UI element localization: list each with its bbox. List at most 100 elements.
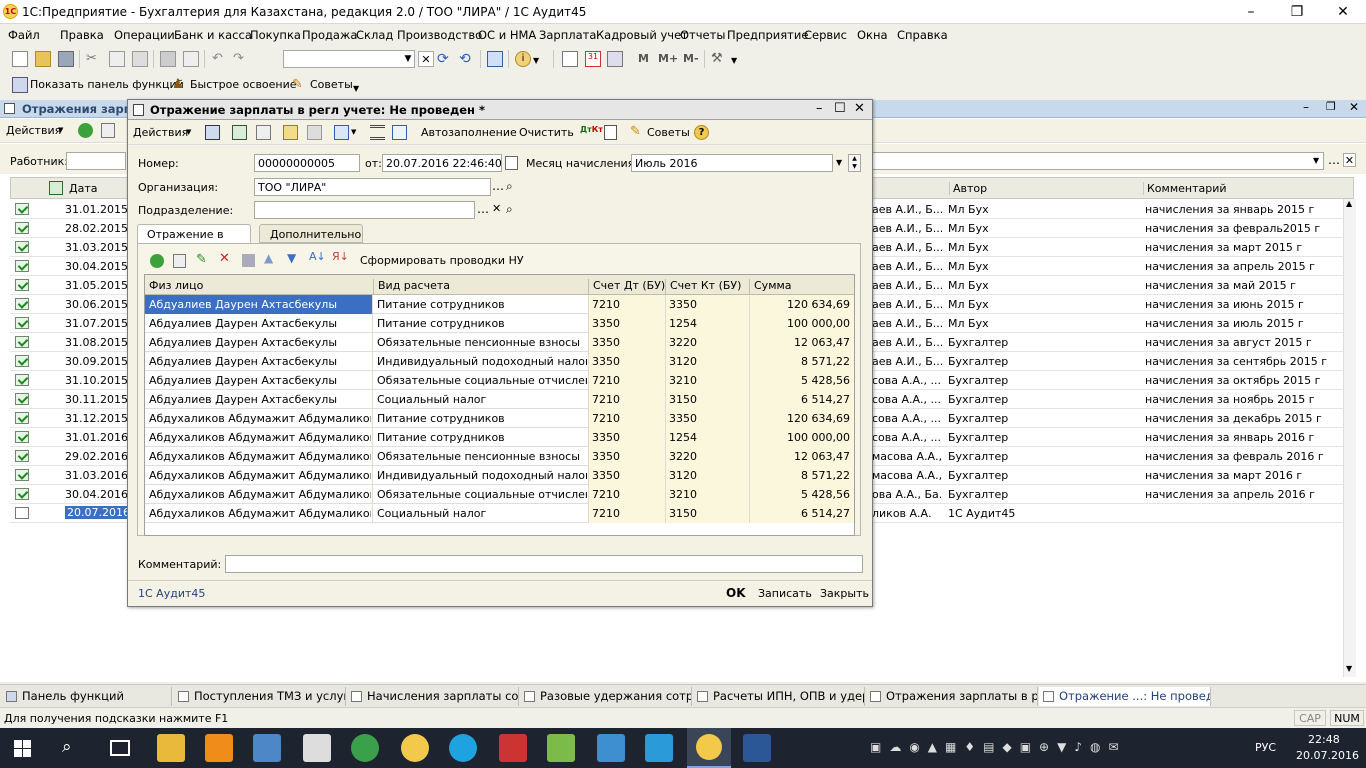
go-dropdown-icon[interactable]: ▼ <box>351 128 356 136</box>
employee-filter-dropdown-icon[interactable]: ▼ <box>1313 156 1319 165</box>
window-tab-ipn[interactable]: Расчеты ИПН, ОПВ и удер... <box>693 687 865 706</box>
outlook-icon[interactable] <box>205 734 233 762</box>
start-icon[interactable] <box>14 740 31 757</box>
paste-icon[interactable] <box>132 51 148 67</box>
table-row[interactable]: Абдухаликов Абдумажит Абдумаликович Обяза… <box>145 485 854 504</box>
col-kind[interactable]: Вид расчета <box>373 279 450 295</box>
menu-bank[interactable]: Банк и касса <box>174 28 252 42</box>
table-row[interactable]: Абдухаликов Абдумажит Абдумаликович Социа… <box>145 504 854 523</box>
calculator-icon[interactable] <box>562 51 578 67</box>
table-row[interactable]: Абдуалиев Даурен Ахтасбекулы Обязательные… <box>145 333 854 352</box>
dt-kt-icon[interactable]: ДтКт <box>580 125 603 140</box>
menu-warehouse[interactable]: Склад <box>356 28 393 42</box>
redo-icon[interactable]: ↷ <box>233 51 249 67</box>
column-author[interactable]: Автор <box>949 182 987 195</box>
help-icon[interactable]: ? <box>694 125 709 140</box>
post-icon[interactable] <box>232 125 247 140</box>
info-icon[interactable]: i <box>515 51 531 67</box>
table-row[interactable]: Абдуалиев Даурен Ахтасбекулы Социальный н… <box>145 390 854 409</box>
search-dropdown-icon[interactable]: ▼ <box>400 51 416 67</box>
post-and-close-icon[interactable] <box>205 125 220 140</box>
org-search-icon[interactable]: ⌕ <box>506 179 513 194</box>
info-dropdown-icon[interactable]: ▼ <box>533 51 549 67</box>
date-picker-icon[interactable] <box>505 156 518 170</box>
ok-button[interactable]: OK <box>726 586 746 600</box>
move-up-icon[interactable]: ▲ <box>264 251 273 265</box>
dept-search-icon[interactable]: ⌕ <box>506 202 513 217</box>
find-next-icon[interactable]: ⟳ <box>437 51 453 67</box>
preview-icon[interactable] <box>183 51 199 67</box>
list-actions-button[interactable]: Действия <box>6 124 61 137</box>
menu-sales[interactable]: Продажа <box>302 28 357 42</box>
task-view-icon[interactable] <box>110 740 130 756</box>
month-dropdown-icon[interactable]: ▼ <box>836 158 842 167</box>
column-date[interactable]: Дата <box>69 182 97 195</box>
print-icon[interactable] <box>160 51 176 67</box>
tab-posting[interactable]: Отражение в учете <box>137 224 251 254</box>
number-field[interactable]: 00000000005 <box>254 154 360 172</box>
unpost-icon[interactable] <box>256 125 271 140</box>
teamviewer-icon[interactable] <box>645 734 673 762</box>
chrome-icon[interactable] <box>351 734 379 762</box>
list-view-icon[interactable] <box>370 125 385 140</box>
list-minimize-button[interactable]: – <box>1303 100 1309 114</box>
window-tab-panel[interactable]: Панель функций <box>2 687 172 706</box>
onec-active-taskbar[interactable] <box>687 728 731 768</box>
list-close-button[interactable]: ✕ <box>1349 100 1359 114</box>
sort-asc-icon[interactable]: A↓ <box>309 250 326 263</box>
autofill-button[interactable]: Автозаполнение <box>421 126 517 139</box>
undo-icon[interactable]: ↶ <box>212 51 228 67</box>
org-select-icon[interactable]: … <box>492 179 504 193</box>
col-sum[interactable]: Сумма <box>749 279 792 295</box>
show-panel-button[interactable]: Показать панель функций <box>30 78 184 91</box>
column-comment[interactable]: Комментарий <box>1143 182 1227 195</box>
menu-salary[interactable]: Зарплата <box>539 28 596 42</box>
cut-icon[interactable]: ✂ <box>86 51 102 67</box>
dept-field[interactable] <box>254 201 475 219</box>
calculator-taskbar-icon[interactable] <box>303 734 331 762</box>
dept-select-icon[interactable]: … <box>477 202 489 216</box>
menu-production[interactable]: Производство <box>397 28 482 42</box>
app-red-icon[interactable] <box>499 734 527 762</box>
list-add-icon[interactable] <box>78 123 93 138</box>
table-row[interactable]: Абдухаликов Абдумажит Абдумаликович Питан… <box>145 409 854 428</box>
dialog-maximize-button[interactable]: ☐ <box>834 101 846 116</box>
menu-help[interactable]: Справка <box>897 28 948 42</box>
col-credit[interactable]: Счет Кт (БУ) <box>665 279 741 295</box>
save-button[interactable]: Записать <box>758 587 812 600</box>
dialog-actions-button[interactable]: Действия <box>133 126 188 139</box>
move-down-icon[interactable]: ▼ <box>287 251 296 265</box>
search-input[interactable] <box>283 50 415 68</box>
media-icon[interactable] <box>253 734 281 762</box>
clock-date[interactable]: 20.07.2016 <box>1296 749 1359 762</box>
go-icon[interactable] <box>334 125 349 140</box>
calendar-icon[interactable]: 31 <box>585 51 601 67</box>
explorer-icon[interactable] <box>157 734 185 762</box>
menu-hr[interactable]: Кадровый учет <box>596 28 688 42</box>
window-tab-salary-list[interactable]: Отражения зарплаты в рег... <box>866 687 1038 706</box>
dialog-minimize-button[interactable]: – <box>816 101 823 116</box>
tools-dropdown-icon[interactable]: ▼ <box>731 51 747 67</box>
list-copy-icon[interactable] <box>101 123 115 138</box>
employee-filter-input-tail[interactable] <box>872 152 1324 170</box>
skype-icon[interactable] <box>449 734 477 762</box>
menu-reports[interactable]: Отчеты <box>680 28 725 42</box>
table-row[interactable]: Абдуалиев Даурен Ахтасбекулы Питание сотр… <box>145 295 854 314</box>
row-copy-icon[interactable] <box>173 254 186 268</box>
clock-time[interactable]: 22:48 <box>1308 733 1340 746</box>
clear-button[interactable]: Очистить <box>519 126 574 139</box>
settings-list-icon[interactable] <box>392 125 407 140</box>
employee-filter-clear-icon[interactable]: ✕ <box>1343 153 1356 167</box>
menu-fixed-assets[interactable]: ОС и НМА <box>478 28 536 42</box>
search-clear-icon[interactable]: ✕ <box>418 51 434 67</box>
menu-purchase[interactable]: Покупка <box>250 28 301 42</box>
report-icon[interactable] <box>604 125 617 140</box>
new-doc-icon[interactable] <box>12 51 28 67</box>
close-button[interactable]: ✕ <box>1320 2 1366 22</box>
table-row[interactable]: Абдуалиев Даурен Ахтасбекулы Обязательные… <box>145 371 854 390</box>
date-field[interactable]: 20.07.2016 22:46:40 <box>382 154 502 172</box>
menu-operations[interactable]: Операции <box>114 28 175 42</box>
window-tab-deductions[interactable]: Разовые удержания сотруд... <box>520 687 692 706</box>
copy-icon[interactable] <box>109 51 125 67</box>
memory-plus-button[interactable]: M+ <box>658 52 678 65</box>
